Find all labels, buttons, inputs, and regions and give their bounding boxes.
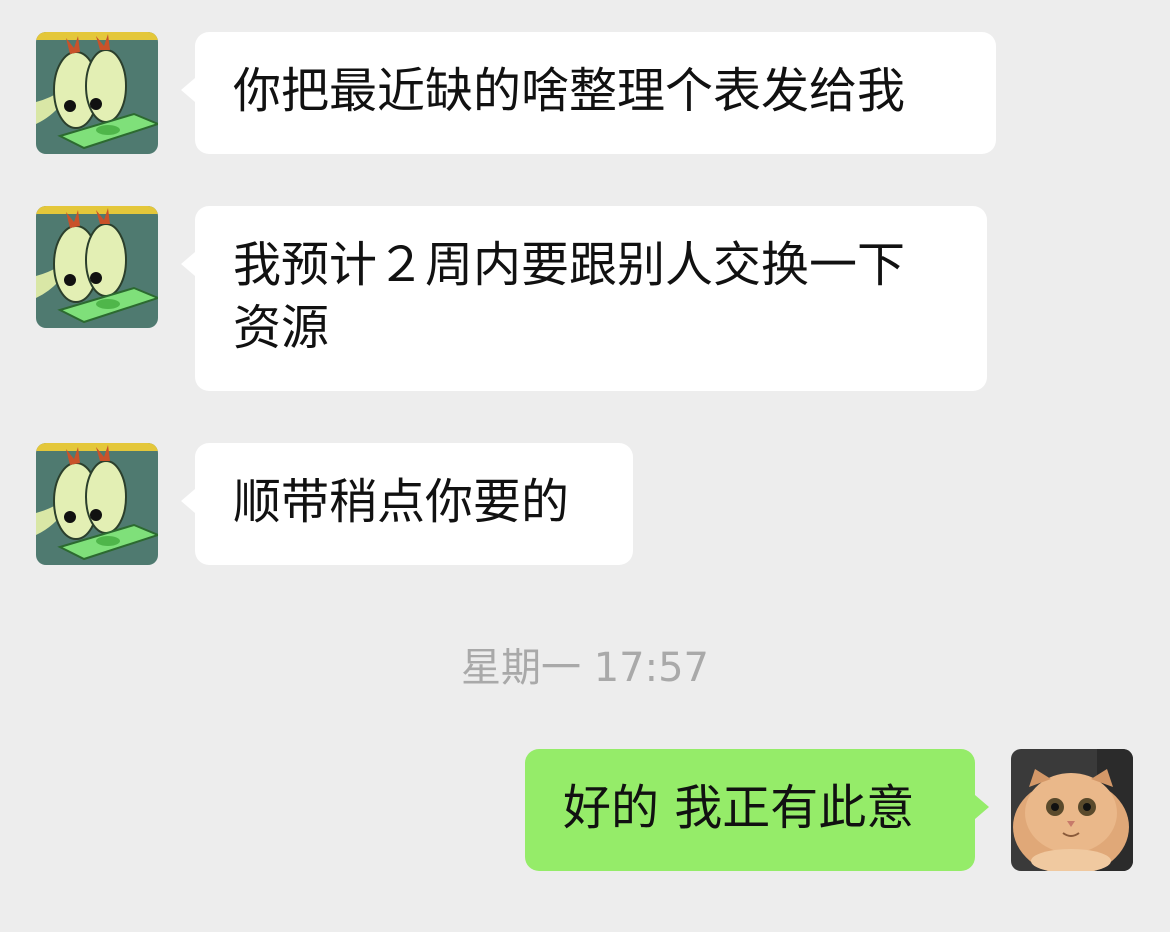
cartoon-eyes-money-avatar-icon — [36, 443, 158, 565]
cartoon-eyes-money-avatar-icon — [36, 32, 158, 154]
bubble-tail — [181, 252, 195, 276]
message-bubble-outgoing[interactable]: 好的 我正有此意 — [525, 749, 975, 871]
contact-avatar[interactable] — [36, 443, 158, 565]
cartoon-eyes-money-avatar-icon — [36, 206, 158, 328]
message-bubble-incoming[interactable]: 你把最近缺的啥整理个表发给我 — [195, 32, 996, 154]
self-avatar[interactable] — [1011, 749, 1133, 871]
message-timestamp: 星期一 17:57 — [461, 645, 709, 691]
bubble-tail — [181, 78, 195, 102]
message-bubble-incoming[interactable]: 我预计２周内要跟别人交换一下资源 — [195, 206, 987, 391]
bubble-tail — [181, 489, 195, 513]
cat-avatar-icon — [1011, 749, 1133, 871]
contact-avatar[interactable] — [36, 32, 158, 154]
chat-conversation: 你把最近缺的啥整理个表发给我 我预计２周内要跟别人交换一下资源 顺带稍点你要的 … — [0, 0, 1170, 932]
contact-avatar[interactable] — [36, 206, 158, 328]
bubble-tail — [975, 795, 989, 819]
message-bubble-incoming[interactable]: 顺带稍点你要的 — [195, 443, 633, 565]
